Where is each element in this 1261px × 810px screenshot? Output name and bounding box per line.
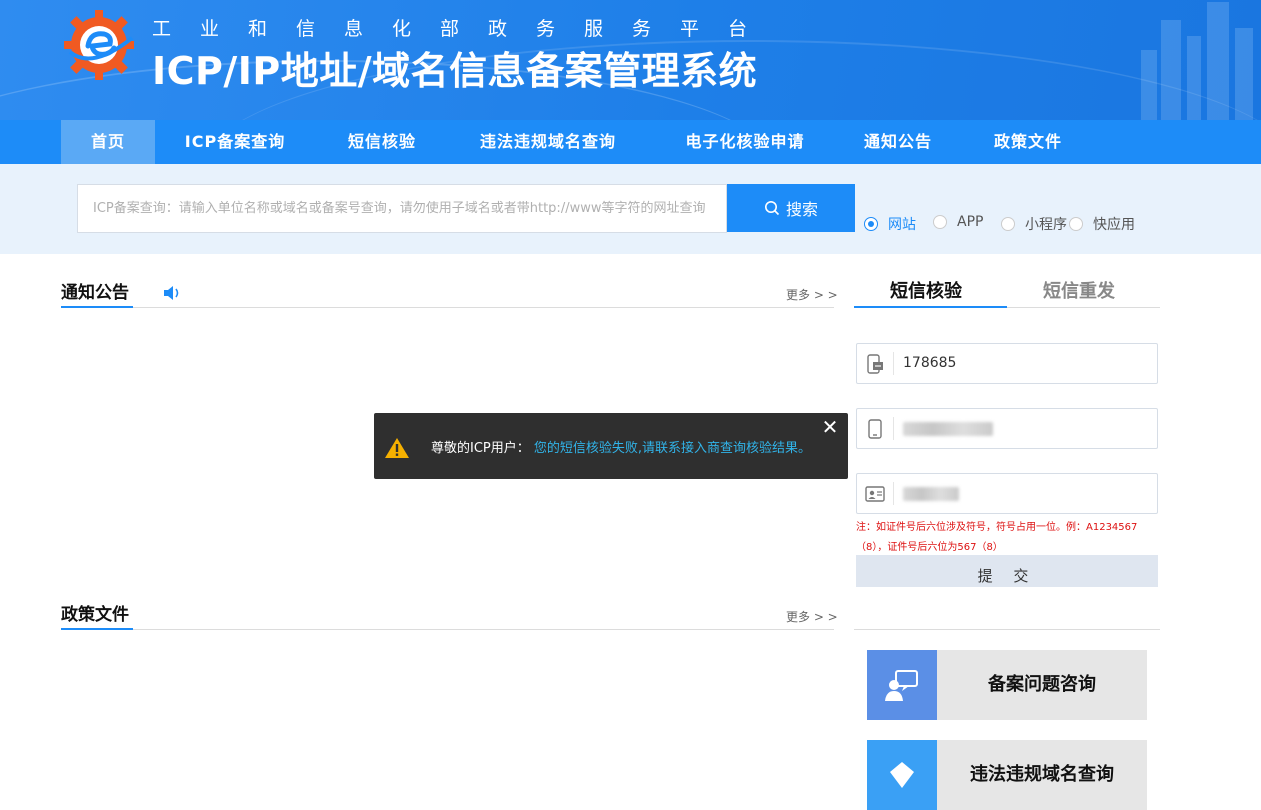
quick-link-label: 违法违规域名查询: [970, 764, 1114, 785]
nav-item-illegal-domain[interactable]: 违法违规域名查询: [466, 120, 630, 164]
tab-underline: [854, 306, 1007, 308]
field-separator: [893, 417, 894, 440]
nav-item-notices[interactable]: 通知公告: [852, 120, 944, 164]
id-number-field[interactable]: [856, 473, 1158, 514]
miit-logo-icon: [64, 10, 134, 80]
nav-item-icp-query[interactable]: ICP备案查询: [168, 120, 302, 164]
search-button[interactable]: 搜索: [727, 184, 855, 232]
divider: [854, 629, 1160, 630]
toast-prefix: 尊敬的ICP用户：: [431, 441, 530, 456]
phone-number-field[interactable]: [856, 408, 1158, 449]
consult-icon-wrap: [867, 650, 937, 720]
quick-link-illegal-domain[interactable]: 违法违规域名查询: [867, 740, 1147, 810]
section-underline: [61, 628, 133, 630]
radio-dot: [1069, 217, 1083, 231]
id-card-icon: [865, 485, 885, 502]
close-icon[interactable]: ✕: [820, 417, 840, 437]
radio-label: APP: [957, 214, 984, 230]
toast-message: 尊敬的ICP用户： 您的短信核验失败,请联系接入商查询核验结果。: [431, 413, 811, 485]
radio-mini-program[interactable]: 小程序: [1001, 214, 1067, 234]
id-number-note: 注：如证件号后六位涉及符号，符号占用一位。例：A1234567（8），证件号后六…: [856, 522, 1138, 553]
divider: [61, 629, 834, 630]
tab-sms-verify[interactable]: 短信核验: [890, 277, 962, 303]
sms-code-icon-wrap: [857, 344, 893, 383]
main-nav: 首页 ICP备案查询 短信核验 违法违规域名查询 电子化核验申请 通知公告 政策…: [0, 120, 1261, 164]
notice-section-title: 通知公告: [61, 283, 129, 303]
radio-label: 网站: [888, 217, 916, 233]
sms-code-field[interactable]: 178685: [856, 343, 1158, 384]
blurred-id-number: [903, 487, 959, 501]
search-button-label: 搜索: [785, 200, 818, 219]
search-input[interactable]: [77, 184, 727, 233]
nav-item-sms-verify[interactable]: 短信核验: [330, 120, 434, 164]
toast-highlight: 您的短信核验失败,请联系接入商查询核验结果。: [533, 441, 812, 456]
quick-link-consult[interactable]: 备案问题咨询: [867, 650, 1147, 720]
radio-quick-app[interactable]: 快应用: [1069, 214, 1135, 234]
header-subtitle: 工业和信息化部政务服务平台: [152, 18, 777, 40]
search-section: 搜索 网站 APP 小程序 快应用: [0, 164, 1261, 254]
radio-app[interactable]: APP: [933, 214, 983, 230]
shield-icon: [890, 762, 914, 788]
tab-sms-resend[interactable]: 短信重发: [1043, 277, 1115, 303]
section-underline: [61, 306, 133, 308]
site-header: 工业和信息化部政务服务平台 ICP/IP地址/域名信息备案管理系统: [0, 0, 1261, 120]
id-card-icon-wrap: [857, 474, 893, 513]
shield-icon-wrap: [867, 740, 937, 810]
system-title: ICP/IP地址/域名信息备案管理系统: [152, 49, 758, 93]
nav-item-policies[interactable]: 政策文件: [982, 120, 1074, 164]
speaker-icon: [164, 286, 179, 300]
quick-link-label: 备案问题咨询: [988, 674, 1096, 695]
phone-message-icon: [867, 353, 883, 374]
nav-item-home[interactable]: 首页: [61, 120, 155, 164]
warning-icon: [385, 438, 409, 458]
radio-label: 小程序: [1025, 217, 1067, 233]
radio-label: 快应用: [1093, 217, 1135, 233]
blurred-phone-number: [903, 422, 993, 436]
consult-icon: [885, 670, 918, 701]
policy-section-title: 政策文件: [61, 605, 129, 625]
city-skyline-decoration: [1131, 0, 1261, 120]
notice-more-link[interactable]: 更多 > >: [786, 286, 838, 303]
sms-code-value: 178685: [903, 355, 957, 371]
nav-item-e-verify[interactable]: 电子化核验申请: [665, 120, 825, 164]
radio-dot: [1001, 217, 1015, 231]
policy-more-link[interactable]: 更多 > >: [786, 608, 838, 625]
phone-icon-wrap: [857, 409, 893, 448]
error-toast: 尊敬的ICP用户： 您的短信核验失败,请联系接入商查询核验结果。 ✕: [374, 413, 848, 479]
radio-dot: [864, 217, 878, 231]
mobile-phone-icon: [868, 418, 882, 439]
field-separator: [893, 352, 894, 375]
radio-dot: [933, 215, 947, 229]
search-icon: [764, 201, 780, 216]
field-separator: [893, 482, 894, 505]
divider: [61, 307, 834, 308]
submit-button[interactable]: 提 交: [856, 555, 1158, 587]
radio-website[interactable]: 网站: [864, 214, 916, 234]
